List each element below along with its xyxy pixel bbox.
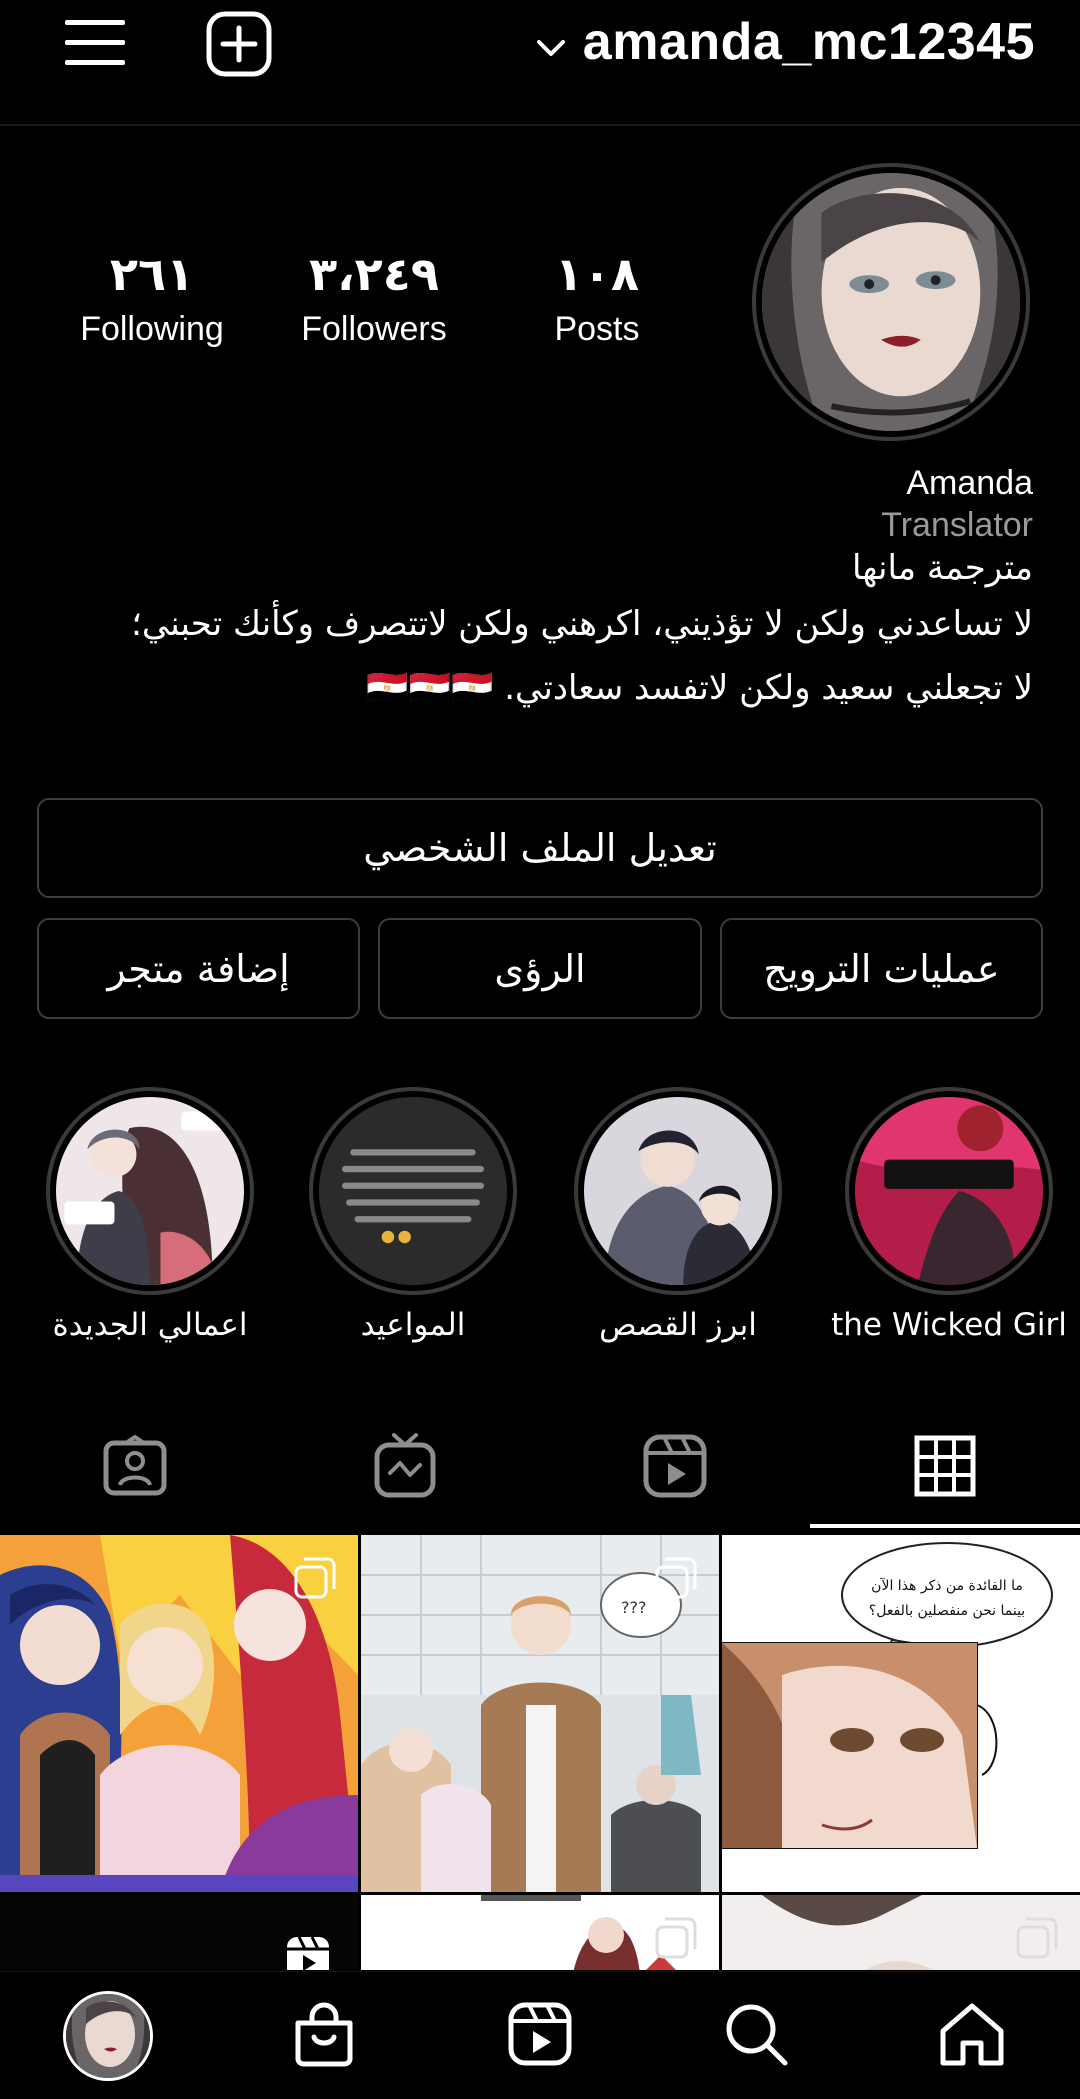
highlight-label: the Wicked Girl bbox=[831, 1307, 1067, 1343]
reels-icon bbox=[507, 2001, 573, 2072]
top-bar: amanda_mc12345 bbox=[0, 0, 1080, 126]
tab-posts-grid[interactable] bbox=[810, 1406, 1080, 1530]
post-thumbnail[interactable] bbox=[0, 1535, 358, 1892]
highlight-label: ابرز القصص bbox=[599, 1307, 757, 1343]
multiple-photos-icon bbox=[1016, 1917, 1058, 1959]
nav-profile[interactable] bbox=[0, 1972, 216, 2099]
profile-tabs bbox=[0, 1406, 1080, 1530]
create-post-icon[interactable] bbox=[203, 8, 275, 80]
story-highlight[interactable]: اعمالي الجديدة bbox=[20, 1087, 280, 1343]
profile-category: Translator bbox=[881, 506, 1033, 544]
highlight-cover bbox=[46, 1087, 254, 1295]
posts-value: ١٠٨ bbox=[554, 247, 640, 301]
reel-indicator-icon bbox=[285, 1935, 331, 1970]
nav-home[interactable] bbox=[864, 1972, 1080, 2099]
tab-tagged[interactable] bbox=[0, 1406, 270, 1530]
highlight-label: المواعيد bbox=[360, 1307, 466, 1343]
post-thumbnail[interactable]: ??? bbox=[361, 1535, 719, 1892]
post-thumbnail[interactable] bbox=[361, 1895, 719, 1970]
nav-reels[interactable] bbox=[432, 1972, 648, 2099]
profile-avatar-small bbox=[63, 1991, 153, 2081]
tagged-icon bbox=[102, 1434, 168, 1502]
multiple-photos-icon bbox=[294, 1557, 336, 1599]
following-count[interactable]: ٢٦١ Following bbox=[52, 248, 252, 349]
igtv-icon bbox=[374, 1432, 436, 1504]
chevron-down-icon bbox=[533, 30, 569, 66]
multiple-photos-icon bbox=[655, 1557, 697, 1599]
tab-igtv[interactable] bbox=[270, 1406, 540, 1530]
bio-line: مترجمة مانها bbox=[851, 548, 1033, 588]
bio-line: لا تساعدني ولكن لا تؤذيني، اكرهني ولكن ل… bbox=[131, 604, 1033, 644]
hamburger-menu-icon[interactable] bbox=[60, 12, 130, 72]
story-highlight[interactable]: ابرز القصص bbox=[548, 1087, 808, 1343]
followers-value: ٣،٢٤٩ bbox=[309, 247, 439, 301]
posts-label: Posts bbox=[554, 310, 640, 348]
nav-shop[interactable] bbox=[216, 1972, 432, 2099]
highlight-cover bbox=[845, 1087, 1053, 1295]
bottom-navigation bbox=[0, 1971, 1080, 2099]
edit-profile-button[interactable]: تعديل الملف الشخصي bbox=[37, 798, 1043, 898]
following-label: Following bbox=[80, 310, 224, 348]
grid-icon bbox=[914, 1435, 976, 1502]
home-icon bbox=[937, 2001, 1007, 2072]
avatar-image bbox=[762, 173, 1020, 431]
username: amanda_mc12345 bbox=[582, 13, 1035, 71]
post-thumbnail[interactable] bbox=[0, 1895, 358, 1970]
followers-count[interactable]: ٣،٢٤٩ Followers bbox=[274, 248, 474, 349]
story-highlight[interactable]: المواعيد bbox=[283, 1087, 543, 1343]
following-value: ٢٦١ bbox=[109, 247, 195, 301]
highlight-cover bbox=[574, 1087, 782, 1295]
posts-count: ١٠٨ Posts bbox=[497, 248, 697, 349]
speech-bubble-text: بينما نحن منفصلين بالفعل؟ bbox=[869, 1603, 1025, 1619]
multiple-photos-icon bbox=[655, 1917, 697, 1959]
followers-label: Followers bbox=[301, 310, 447, 348]
highlight-label: اعمالي الجديدة bbox=[52, 1307, 248, 1343]
tab-reels[interactable] bbox=[540, 1406, 810, 1530]
promotions-button[interactable]: عمليات الترويج bbox=[720, 918, 1043, 1019]
add-shop-button[interactable]: إضافة متجر bbox=[37, 918, 360, 1019]
story-highlight[interactable]: the Wicked Girl bbox=[819, 1087, 1079, 1343]
nav-search[interactable] bbox=[648, 1972, 864, 2099]
search-icon bbox=[723, 2001, 789, 2072]
post-thumbnail[interactable] bbox=[722, 1895, 1080, 1970]
bio-line: لا تجعلني سعيد ولكن لاتفسد سعادتي. 🇪🇬🇪🇬🇪… bbox=[366, 668, 1033, 708]
post-thumbnail[interactable]: ما الفائدة من ذكر هذا الآن بينما نحن منف… bbox=[722, 1535, 1080, 1892]
profile-avatar[interactable] bbox=[752, 163, 1030, 441]
posts-grid: ??? ما الفائدة من ذكر هذا الآن بينما نحن… bbox=[0, 1535, 1080, 1970]
speech-bubble-text: ما الفائدة من ذكر هذا الآن bbox=[871, 1578, 1023, 1594]
highlight-cover bbox=[309, 1087, 517, 1295]
insights-button[interactable]: الرؤى bbox=[378, 918, 702, 1019]
account-switcher[interactable]: amanda_mc12345 bbox=[533, 12, 1035, 72]
display-name: Amanda bbox=[906, 464, 1033, 502]
reels-icon bbox=[642, 1433, 708, 1504]
selected-tab-indicator bbox=[810, 1524, 1080, 1528]
speech-bubble-text: ??? bbox=[621, 1598, 646, 1617]
shop-icon bbox=[292, 2001, 356, 2072]
profile-bio: Amanda Translator مترجمة مانها لا تساعدن… bbox=[43, 462, 1033, 720]
